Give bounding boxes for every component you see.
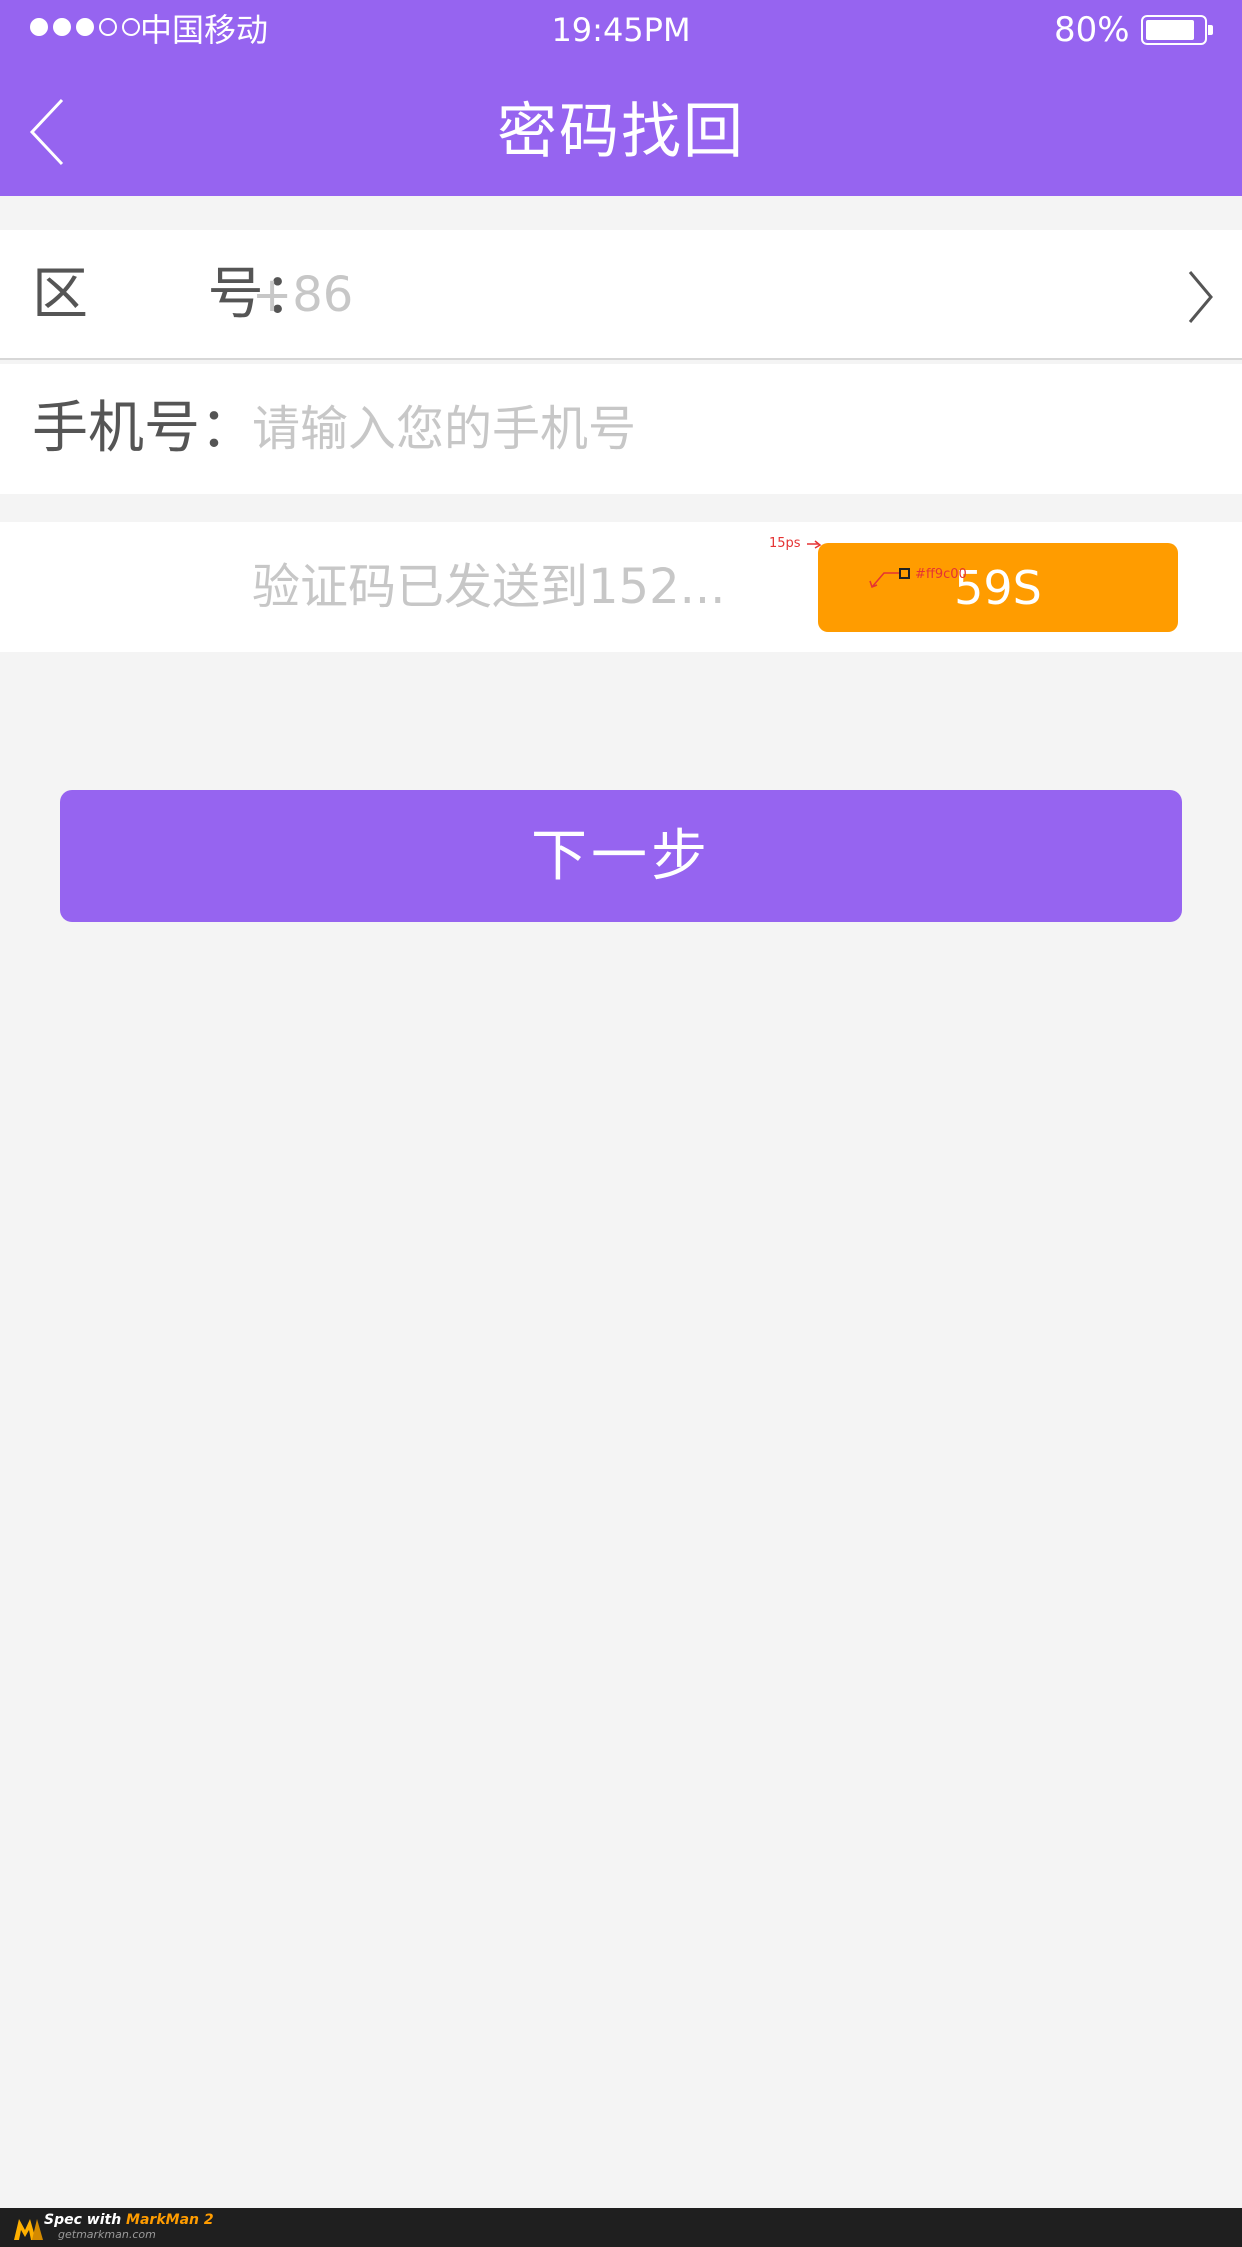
spec-radius-label: 15ps [769,536,801,551]
markman-logo-icon [14,2219,43,2240]
footer-credit: Spec with MarkMan 2 [44,2212,214,2228]
next-step-button[interactable]: 下一步 [60,790,1182,922]
battery-percentage: 80% [1054,10,1130,50]
area-code-label-part1: 区 [32,262,88,327]
footer-bar: Spec with MarkMan 2 getmarkman.com [0,2208,1242,2247]
page-title: 密码找回 [497,97,745,167]
status-bar: 中国移动 19:45PM 80% [0,0,1242,64]
area-code-value: +86 [252,267,354,323]
battery-icon [1141,15,1213,45]
phone-row: 手机号： [0,364,1242,494]
spec-color-swatch [899,568,910,579]
verification-code-input[interactable] [252,554,812,620]
phone-label: 手机号： [32,396,256,461]
spec-color-arrow-icon [869,572,900,588]
spec-color-label: #ff9c00 [915,567,967,582]
footer-credit-prefix: Spec with [44,2212,127,2228]
chevron-right-icon[interactable] [1186,268,1216,326]
area-code-row[interactable]: 区 号： +86 [0,230,1242,360]
header: 中国移动 19:45PM 80% 密码找回 [0,0,1242,196]
footer-brand: MarkMan 2 [126,2212,214,2228]
footer-url: getmarkman.com [58,2228,156,2241]
phone-input[interactable] [252,396,1152,462]
